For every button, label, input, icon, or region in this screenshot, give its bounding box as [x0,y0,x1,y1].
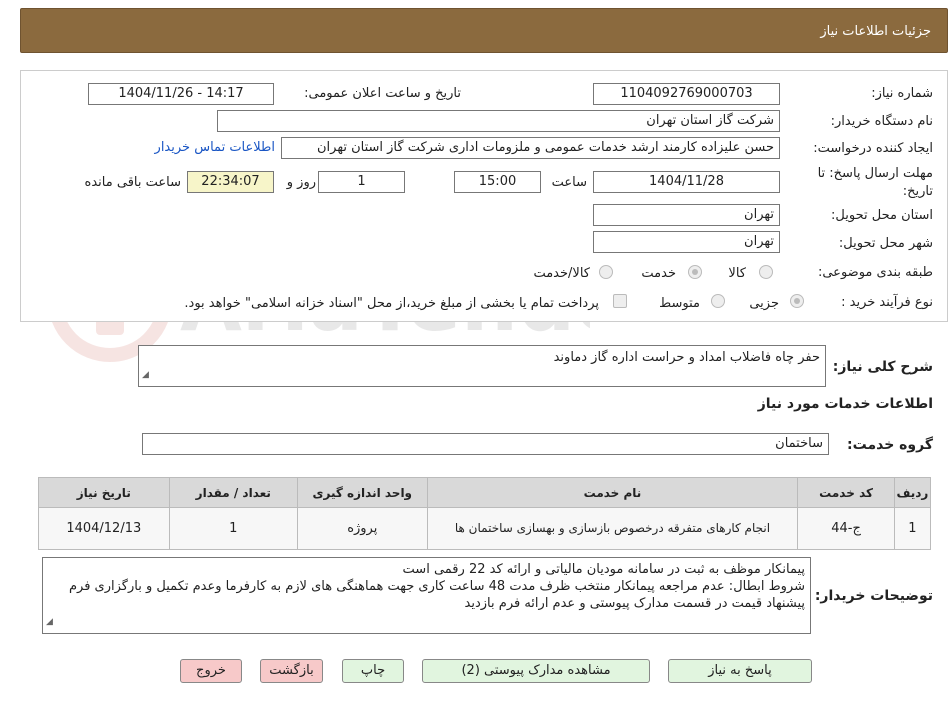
info-panel [20,70,948,322]
city-label: شهر محل تحویل: [838,236,933,251]
table-header-row: ردیف کد خدمت نام خدمت واحد اندازه گیری ت… [38,477,932,508]
reply-button[interactable]: پاسخ به نیاز [668,659,812,683]
cell-service-name: انجام کارهای متفرقه درخصوص بازسازی و بهس… [426,507,799,550]
summary-textarea[interactable]: حفر چاه فاضلاب امداد و حراست اداره گاز د… [138,345,826,387]
creator-field[interactable]: حسن علیزاده کارمند ارشد خدمات عمومی و مل… [281,137,780,159]
table-row[interactable]: 1 ج-44 انجام کارهای متفرقه درخصوص بازساز… [38,507,932,550]
col-header-service-name: نام خدمت [426,477,799,508]
back-button[interactable]: بازگشت [260,659,323,683]
deadline-label-date: تاریخ: [902,184,933,199]
page-title: جزئیات اطلاعات نیاز [820,24,931,39]
category-label: طبقه بندی موضوعی: [817,265,933,280]
col-header-row-number: ردیف [893,477,932,508]
province-label: استان محل تحویل: [831,208,933,223]
category-option-goods-service: کالا/خدمت [533,266,590,281]
col-header-unit: واحد اندازه گیری [297,477,428,508]
process-option-medium: متوسط [659,296,700,311]
buyer-notes-line-2: شروط ابطال: عدم مراجعه پیمانکار منتخب ظر… [68,579,805,611]
resize-grip-icon[interactable]: ◢ [46,614,53,631]
buyer-notes-textarea[interactable]: پیمانکار موظف به ثبت در سامانه مودیان ما… [42,557,811,634]
category-radio-goods-service[interactable] [599,265,613,279]
buyer-notes-line-1: پیمانکار موظف به ثبت در سامانه مودیان ما… [402,562,805,577]
announce-label: تاریخ و ساعت اعلان عمومی: [304,86,461,101]
page-header: جزئیات اطلاعات نیاز [20,8,948,53]
cell-quantity: 1 [168,507,299,550]
treasury-checkbox[interactable] [613,294,627,308]
services-section-title: اطلاعات خدمات مورد نیاز [757,396,933,412]
buyer-org-label: نام دستگاه خریدار: [830,114,933,129]
need-number-field[interactable]: 1104092769000703 [593,83,780,105]
print-button[interactable]: چاپ [342,659,404,683]
city-field[interactable]: تهران [593,231,780,253]
need-number-label: شماره نیاز: [871,86,933,101]
buyer-org-field[interactable]: شرکت گاز استان تهران [217,110,780,132]
cell-need-date: 1404/12/13 [38,507,170,550]
remaining-days-field[interactable]: 1 [318,171,405,193]
exit-button[interactable]: خروج [180,659,242,683]
summary-text: حفر چاه فاضلاب امداد و حراست اداره گاز د… [553,350,820,365]
summary-label: شرح کلی نیاز: [832,359,933,375]
announce-field[interactable]: 1404/11/26 - 14:17 [88,83,274,105]
deadline-label: مهلت ارسال پاسخ: تا [817,166,933,181]
service-group-label: گروه خدمت: [847,437,933,453]
cell-unit: پروژه [297,507,428,550]
deadline-time-label: ساعت [551,175,587,190]
creator-label: ایجاد کننده درخواست: [813,141,933,156]
deadline-time-field[interactable]: 15:00 [454,171,541,193]
category-option-goods: کالا [728,266,746,281]
remaining-time-field: 22:34:07 [187,171,274,193]
process-label: نوع فرآیند خرید : [841,295,933,310]
cell-row-number: 1 [893,507,932,550]
col-header-service-code: کد خدمت [797,477,895,508]
deadline-date-field[interactable]: 1404/11/28 [593,171,780,193]
col-header-need-date: تاریخ نیاز [38,477,170,508]
remaining-label: ساعت باقی مانده [84,175,181,190]
services-table: ردیف کد خدمت نام خدمت واحد اندازه گیری ت… [38,477,932,550]
cell-service-code: ج-44 [797,507,895,550]
buyer-contact-link[interactable]: اطلاعات تماس خریدار [155,140,275,155]
resize-grip-icon[interactable]: ◢ [142,367,149,384]
category-radio-goods[interactable] [759,265,773,279]
category-option-service: خدمت [641,266,676,281]
category-radio-service[interactable] [688,265,702,279]
province-field[interactable]: تهران [593,204,780,226]
days-label: روز و [286,175,316,190]
process-radio-minor[interactable] [790,294,804,308]
buyer-notes-label: توضیحات خریدار: [814,588,933,604]
view-attachments-button[interactable]: مشاهده مدارک پیوستی (2) [422,659,650,683]
service-group-field[interactable]: ساختمان [142,433,829,455]
process-option-minor: جزیی [749,296,779,311]
process-radio-medium[interactable] [711,294,725,308]
col-header-quantity: تعداد / مقدار [168,477,299,508]
payment-note: پرداخت تمام یا بخشی از مبلغ خرید،از محل … [184,296,599,311]
